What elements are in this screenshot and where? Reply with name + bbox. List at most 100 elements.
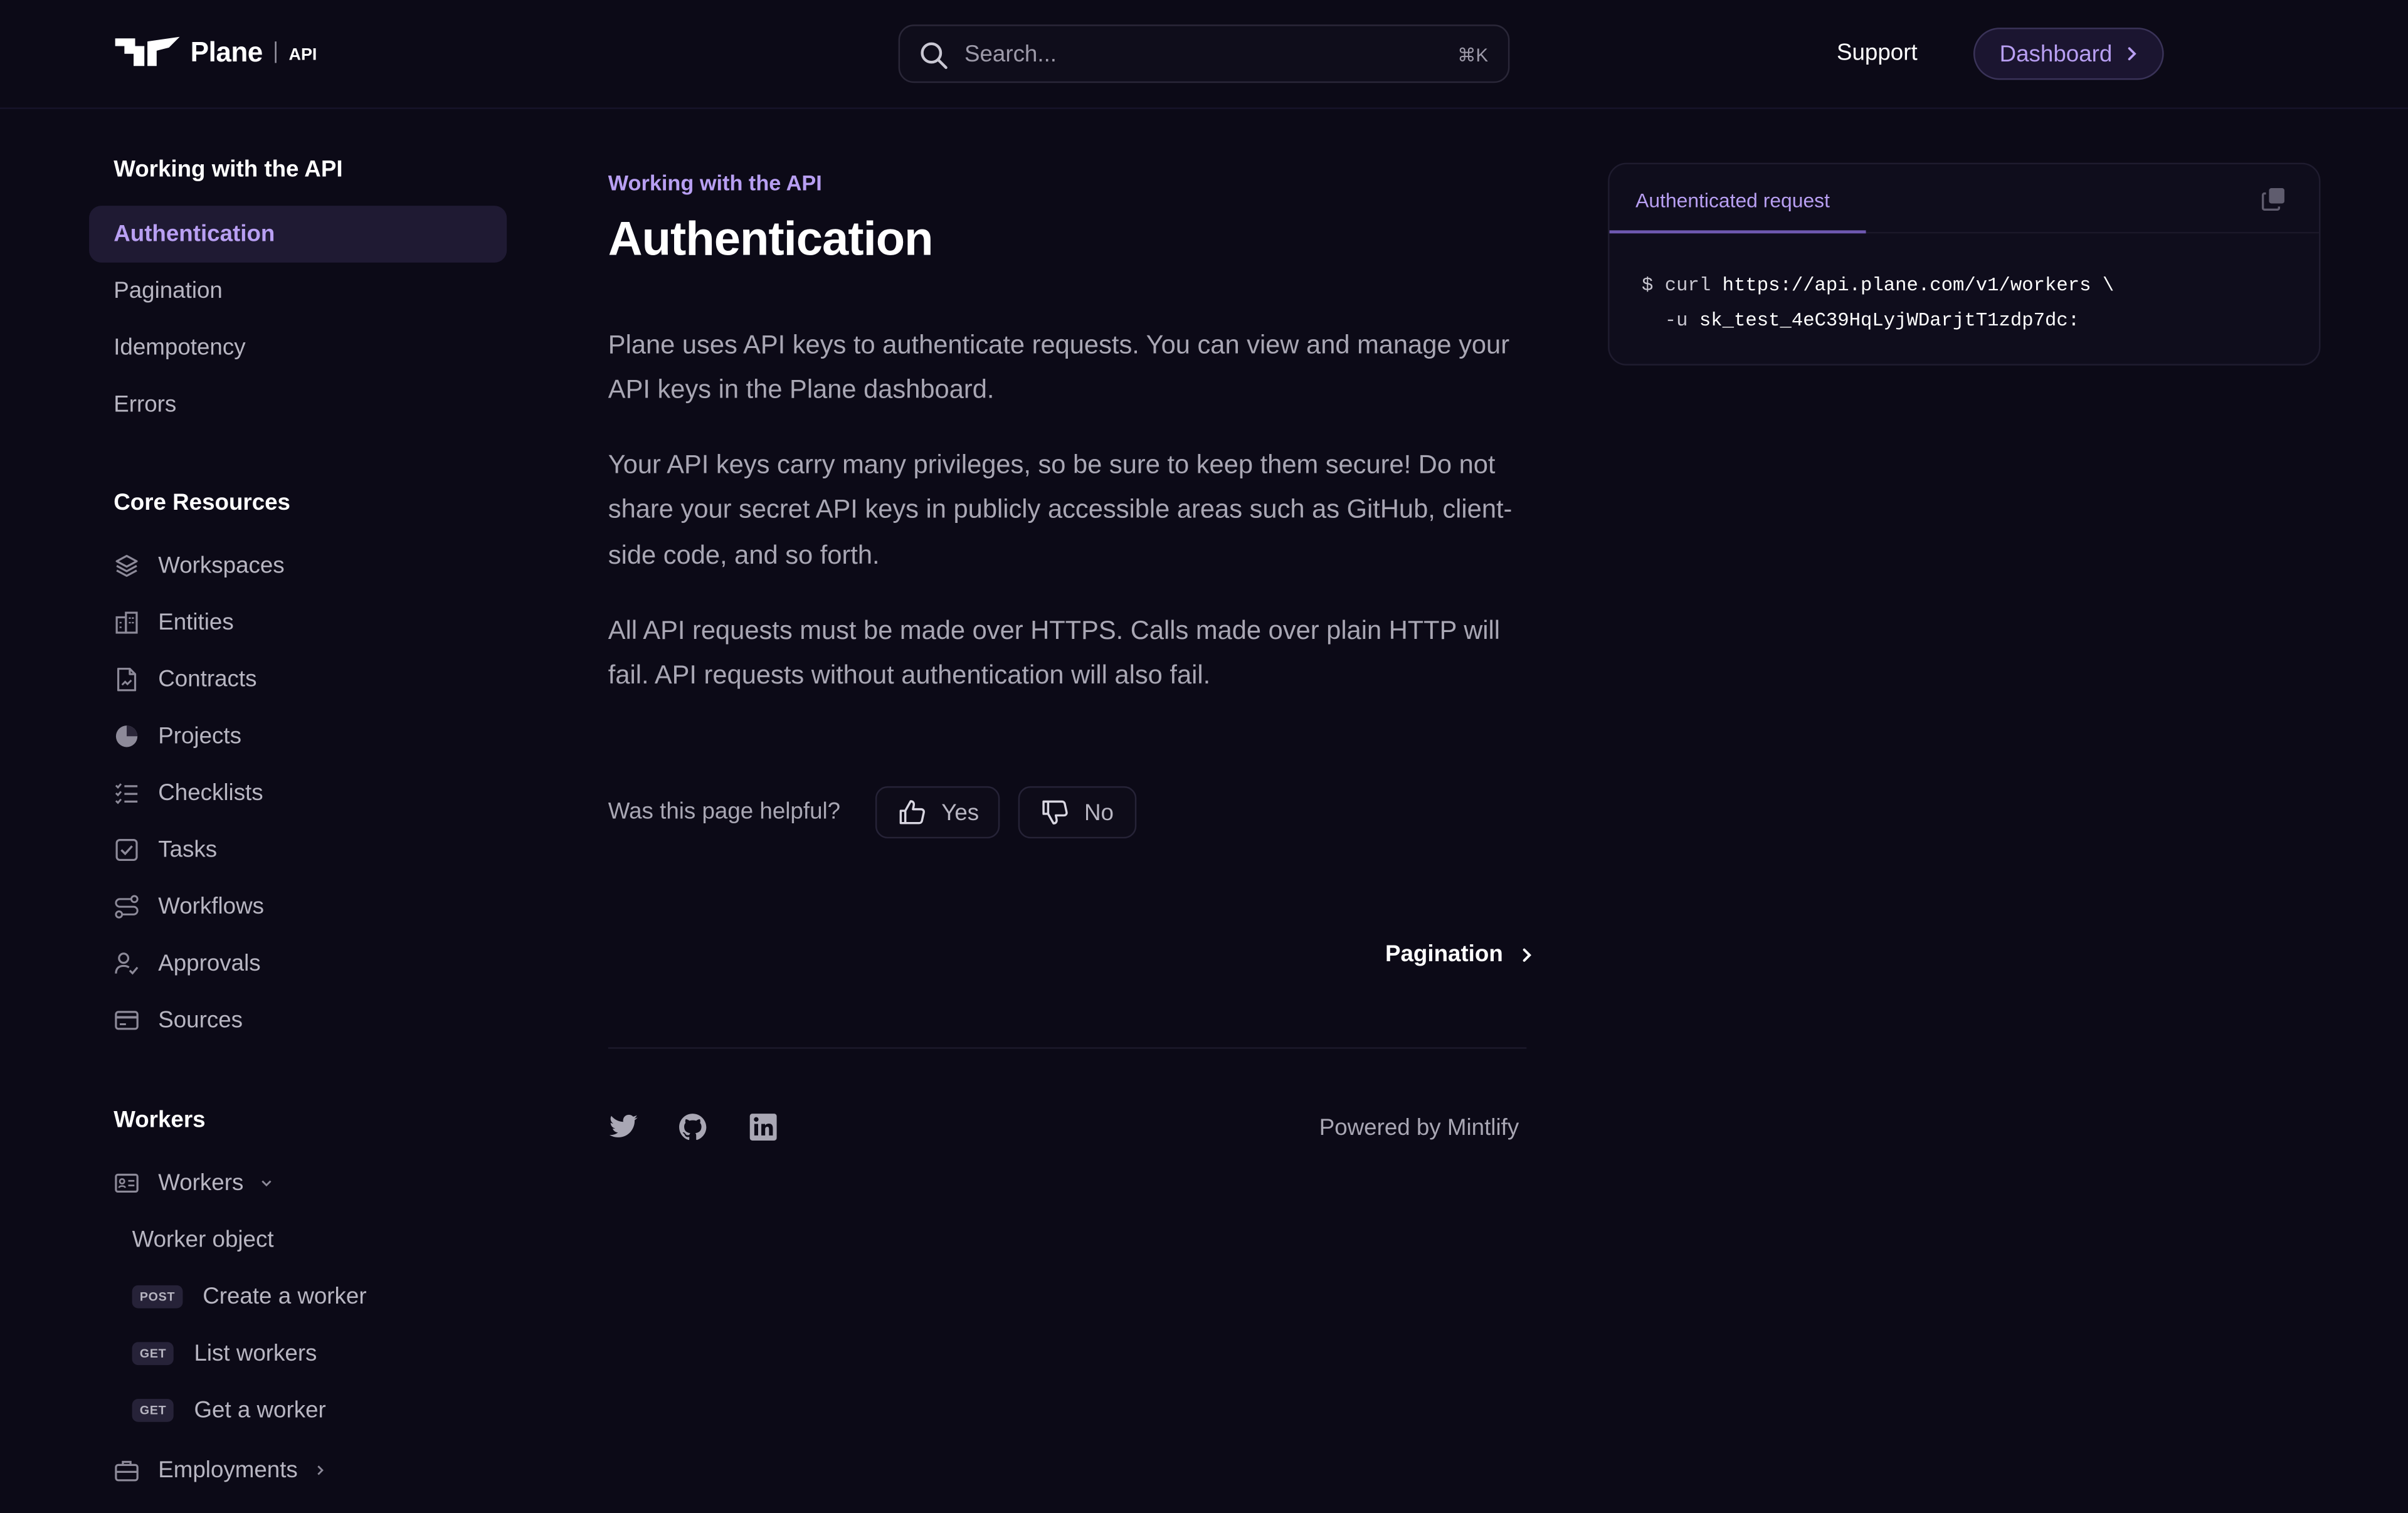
method-badge: POST — [132, 1285, 183, 1309]
support-link[interactable]: Support — [1837, 40, 1918, 66]
sidebar-item-employments[interactable]: Employments — [114, 1457, 327, 1484]
footer-divider — [608, 1047, 1527, 1049]
sidebar-section-working: Working with the API — [114, 156, 343, 183]
method-badge: GET — [132, 1342, 174, 1366]
document-icon — [117, 667, 137, 692]
sidebar-item-pagination[interactable]: Pagination — [114, 278, 223, 304]
search-icon — [921, 42, 948, 69]
code-tab[interactable]: Authenticated request — [1635, 189, 1830, 212]
briefcase-icon — [115, 1460, 139, 1482]
sidebar-item-projects[interactable]: Projects — [114, 723, 241, 749]
code-line: sk_test_4eC39HqLyjWDarjtT1zdp7dc: — [1687, 310, 2080, 332]
sidebar-item-label: Idempotency — [114, 334, 246, 361]
sidebar-item-label: Workflows — [158, 894, 264, 920]
feedback-no-label: No — [1084, 799, 1114, 826]
sidebar-item-label: Workspaces — [158, 552, 285, 579]
sidebar-item-label: Approvals — [158, 950, 261, 977]
body-paragraph: Plane uses API keys to authenticate requ… — [608, 330, 1510, 404]
sidebar-item-create-worker[interactable]: POST Create a worker — [132, 1284, 367, 1310]
sidebar-section-core: Core Resources — [114, 490, 291, 516]
thumbs-up-icon — [899, 800, 925, 825]
breadcrumb[interactable]: Working with the API — [608, 171, 822, 195]
search-input[interactable]: Search... ⌘K — [898, 24, 1510, 83]
sidebar-item-label: Employments — [158, 1457, 298, 1484]
sidebar-item-authentication[interactable]: Authentication — [89, 206, 507, 263]
sidebar-item-list-workers[interactable]: GET List workers — [132, 1341, 317, 1367]
sidebar-item-label: Errors — [114, 391, 177, 418]
sidebar-item-label: Create a worker — [203, 1284, 367, 1310]
card-icon — [115, 1011, 139, 1030]
logo-sub: API — [288, 45, 317, 64]
sidebar-item-tasks[interactable]: Tasks — [114, 837, 217, 863]
sidebar-item-label: Projects — [158, 723, 241, 750]
thumbs-down-icon — [1042, 800, 1068, 825]
search-shortcut: ⌘K — [1457, 45, 1489, 66]
sidebar-item-label: Checklists — [158, 780, 263, 806]
twitter-icon[interactable] — [608, 1112, 639, 1142]
chevron-down-icon — [261, 1180, 271, 1187]
sidebar-item-workers[interactable]: Workers — [114, 1170, 273, 1196]
user-check-icon — [115, 952, 139, 975]
dashboard-button[interactable]: Dashboard — [1973, 28, 2164, 80]
sidebar-item-get-worker[interactable]: GET Get a worker — [132, 1397, 326, 1424]
active-tab-indicator — [1609, 230, 1866, 234]
sidebar-item-workflows[interactable]: Workflows — [114, 894, 264, 920]
chevron-right-icon — [1522, 947, 1531, 961]
dashboard-label: Dashboard — [1999, 40, 2113, 67]
github-icon[interactable] — [677, 1112, 708, 1142]
sidebar-item-workspaces[interactable]: Workspaces — [114, 552, 285, 579]
plane-logo[interactable]: Plane API — [114, 34, 317, 71]
id-card-icon — [115, 1173, 139, 1193]
sidebar-item-worker-object[interactable]: Worker object — [132, 1227, 274, 1253]
sidebar-item-errors[interactable]: Errors — [114, 391, 176, 418]
sidebar-item-label: List workers — [194, 1340, 317, 1367]
sidebar-item-label: Contracts — [158, 666, 257, 693]
plane-logo-icon — [115, 36, 180, 66]
page-title: Authentication — [608, 211, 934, 266]
body-paragraph: All API requests must be made over HTTPS… — [608, 616, 1501, 690]
checklist-icon — [115, 783, 138, 804]
feedback-question: Was this page helpful? — [608, 798, 841, 825]
sidebar-item-label: Sources — [158, 1007, 243, 1034]
code-panel: Authenticated request $ curl https://api… — [1608, 162, 2321, 366]
sidebar-item-entities[interactable]: Entities — [114, 609, 234, 636]
sidebar-item-label: Entities — [158, 609, 234, 636]
feedback-yes-button[interactable]: Yes — [875, 786, 1000, 839]
feedback-no-button[interactable]: No — [1018, 786, 1137, 839]
search-placeholder: Search... — [964, 41, 1057, 68]
chevron-right-icon — [2128, 47, 2137, 61]
layers-icon — [115, 554, 138, 577]
linkedin-icon[interactable] — [748, 1112, 779, 1142]
feedback-yes-label: Yes — [941, 799, 980, 826]
powered-by[interactable]: Powered by Mintlify — [1319, 1115, 1519, 1141]
method-badge: GET — [132, 1399, 174, 1422]
code-block: $ curl https://api.plane.com/v1/workers … — [1642, 269, 2114, 340]
chevron-right-icon — [317, 1465, 324, 1475]
code-line: https://api.plane.com/v1/workers \ — [1711, 275, 2115, 297]
sidebar-item-approvals[interactable]: Approvals — [114, 950, 261, 977]
sidebar-item-label: Authentication — [114, 221, 275, 248]
body-paragraph: Your API keys carry many privileges, so … — [608, 450, 1513, 569]
copy-icon[interactable] — [2261, 186, 2287, 212]
sidebar-item-label: Worker object — [132, 1226, 274, 1253]
sidebar-section-workers: Workers — [114, 1107, 206, 1134]
logo-text: Plane — [190, 36, 263, 67]
code-prompt: $ curl — [1641, 275, 1711, 297]
sidebar-item-checklists[interactable]: Checklists — [114, 780, 263, 806]
sidebar-item-label: Pagination — [114, 278, 223, 304]
logo-divider — [275, 41, 277, 63]
next-page-link[interactable]: Pagination — [1385, 941, 1534, 967]
building-icon — [115, 611, 138, 634]
code-flag: -u — [1641, 310, 1688, 332]
checkbox-icon — [115, 839, 138, 862]
top-header: Plane API Search... ⌘K Support Dashboard — [0, 0, 2408, 109]
sidebar-item-sources[interactable]: Sources — [114, 1007, 243, 1034]
workflow-icon — [115, 895, 139, 919]
sidebar-item-label: Tasks — [158, 836, 218, 863]
sidebar: Working with the API Authentication Pagi… — [0, 107, 522, 1512]
pie-icon — [115, 725, 138, 747]
sidebar-item-label: Workers — [158, 1170, 244, 1196]
sidebar-item-label: Get a worker — [194, 1397, 326, 1424]
sidebar-item-contracts[interactable]: Contracts — [114, 666, 257, 693]
sidebar-item-idempotency[interactable]: Idempotency — [114, 335, 245, 361]
